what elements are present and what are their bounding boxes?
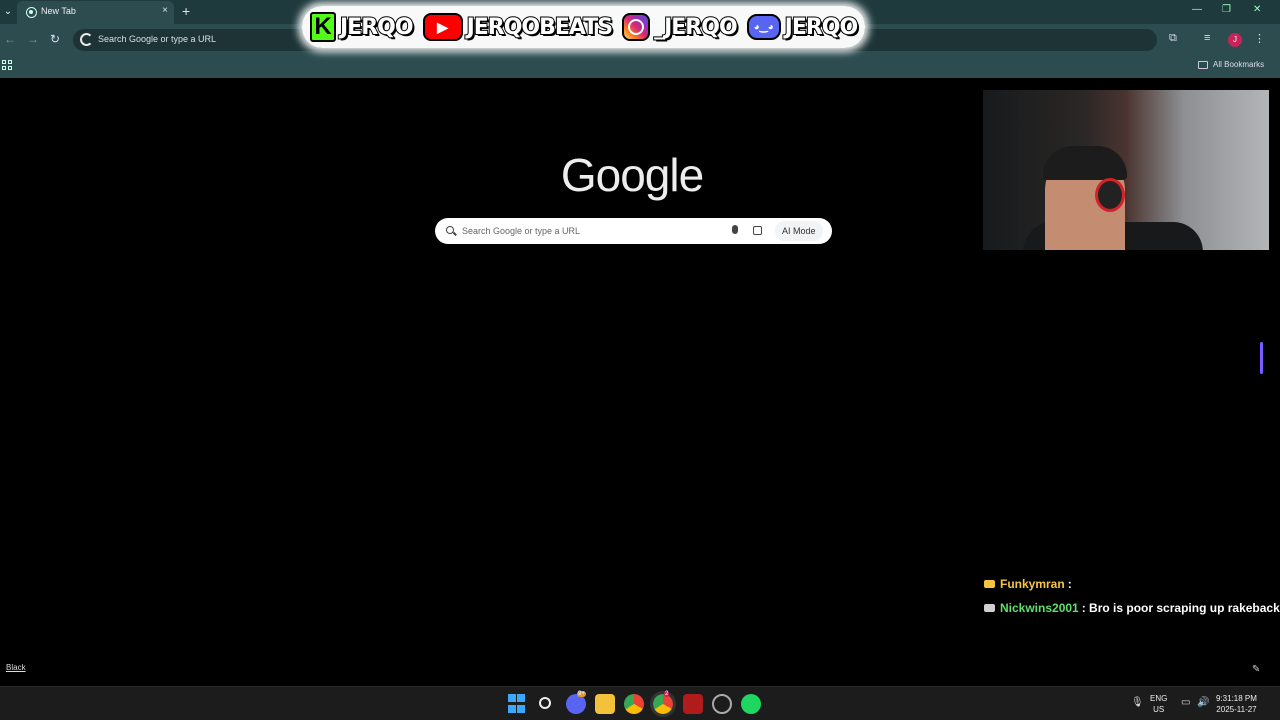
volume-icon[interactable]: 🔊 bbox=[1197, 697, 1209, 708]
windows-start-icon[interactable] bbox=[508, 694, 528, 714]
clock-time: 9:31:18 PM bbox=[1216, 694, 1257, 703]
all-bookmarks-button[interactable]: All Bookmarks bbox=[1213, 60, 1264, 69]
spotify-icon[interactable] bbox=[741, 694, 761, 714]
webcam-overlay bbox=[983, 90, 1269, 250]
kick-username: JERQO bbox=[339, 14, 415, 41]
chat-text: : Bro is poor scraping up rakeback bbox=[1081, 601, 1280, 615]
folder-icon bbox=[1198, 61, 1208, 69]
system-clock[interactable]: 9:31:18 PM 2025-11-27 bbox=[1216, 693, 1257, 715]
discord-handle: ◕‿◕ JERQO bbox=[746, 14, 860, 41]
windows-taskbar: 9+ 2 🎙 ENG US ▭ 🔊 9:31:18 PM 2025-11-27 bbox=[0, 686, 1280, 720]
search-placeholder: Search Google or type a URL bbox=[462, 226, 581, 236]
bookmarks-bar bbox=[0, 56, 1280, 78]
chat-username: Nickwins2001 bbox=[1000, 601, 1079, 615]
discord-badge: 9+ bbox=[577, 691, 586, 697]
tab-title: New Tab bbox=[41, 6, 76, 16]
chat-text: : bbox=[1067, 577, 1072, 591]
media-control-icon[interactable]: ≡ bbox=[1204, 32, 1210, 44]
extensions-icon[interactable]: ⧉ bbox=[1169, 32, 1177, 45]
language-indicator[interactable]: ENG US bbox=[1150, 693, 1167, 715]
instagram-icon bbox=[622, 13, 651, 41]
chrome-profile-icon[interactable] bbox=[650, 691, 676, 717]
microphone-icon[interactable] bbox=[732, 225, 738, 234]
theme-link[interactable]: Black bbox=[6, 663, 26, 672]
search-icon[interactable] bbox=[539, 697, 551, 709]
back-icon[interactable]: ← bbox=[4, 32, 16, 46]
ai-mode-button[interactable]: AI Mode bbox=[775, 221, 823, 241]
chat-badge-icon bbox=[984, 580, 995, 588]
minimize-icon[interactable]: — bbox=[1192, 4, 1202, 15]
obs-icon[interactable] bbox=[712, 694, 732, 714]
google-g-icon bbox=[80, 33, 93, 46]
clock-date: 2025-11-27 bbox=[1216, 705, 1257, 714]
chat-username: Funkymran bbox=[1000, 577, 1065, 591]
youtube-username: JERQOBEATS bbox=[466, 14, 615, 41]
microphone-tray-icon[interactable]: 🎙 bbox=[1131, 697, 1144, 708]
chat-overlay: Funkymran : Nickwins2001 : Bro is poor s… bbox=[984, 572, 1280, 620]
scroll-indicator[interactable] bbox=[1260, 342, 1263, 374]
social-banner-overlay: K JERQO ▶ JERQOBEATS _JERQO ◕‿◕ JERQO bbox=[302, 6, 866, 48]
region-code: US bbox=[1153, 705, 1165, 714]
kick-icon: K bbox=[310, 12, 336, 42]
new-tab-page: Google Search Google or type a URL AI Mo… bbox=[0, 78, 1280, 686]
edit-pencil-icon[interactable]: ✎ bbox=[1252, 664, 1260, 675]
youtube-handle: ▶ JERQOBEATS bbox=[422, 13, 615, 41]
instagram-username: _JERQO bbox=[653, 14, 739, 41]
discord-icon: ◕‿◕ bbox=[746, 14, 781, 40]
youtube-icon: ▶ bbox=[422, 13, 463, 41]
network-icon[interactable]: ▭ bbox=[1181, 697, 1190, 708]
menu-icon[interactable]: ⋮ bbox=[1254, 32, 1265, 45]
tab-close-icon[interactable]: × bbox=[162, 5, 168, 16]
new-tab-button[interactable]: + bbox=[182, 3, 190, 19]
chat-message: Nickwins2001 : Bro is poor scraping up r… bbox=[984, 596, 1280, 620]
search-icon bbox=[446, 226, 454, 234]
search-input[interactable]: Search Google or type a URL AI Mode bbox=[435, 218, 832, 244]
headset-icon bbox=[1095, 178, 1125, 212]
file-explorer-icon[interactable] bbox=[595, 694, 615, 714]
chat-badge-icon bbox=[984, 604, 995, 612]
chrome-favicon-icon bbox=[26, 7, 37, 18]
webcam-cap bbox=[1043, 146, 1127, 180]
kick-handle: K JERQO bbox=[310, 12, 415, 42]
discord-username: JERQO bbox=[784, 14, 860, 41]
instagram-handle: _JERQO bbox=[622, 13, 739, 41]
profile-avatar[interactable]: J bbox=[1228, 33, 1242, 47]
chrome-icon[interactable] bbox=[624, 694, 644, 714]
chat-message: Funkymran : bbox=[984, 572, 1280, 596]
address-bar-placeholder: Search Google or type a URL bbox=[98, 34, 217, 44]
voicemeeter-icon[interactable] bbox=[683, 694, 703, 714]
restore-icon[interactable]: ❐ bbox=[1222, 4, 1231, 15]
google-logo: Google bbox=[560, 149, 704, 201]
tab-search-icon[interactable]: ⌄ bbox=[0, 2, 16, 22]
close-window-icon[interactable]: ✕ bbox=[1253, 4, 1261, 15]
reload-icon[interactable]: ↻ bbox=[50, 32, 60, 46]
discord-app-icon[interactable] bbox=[566, 694, 586, 714]
google-lens-icon[interactable] bbox=[753, 226, 762, 235]
language-code: ENG bbox=[1150, 694, 1168, 703]
apps-grid-icon[interactable] bbox=[2, 60, 12, 70]
tab-new-tab[interactable]: New Tab × bbox=[17, 1, 174, 24]
forward-icon[interactable]: → bbox=[27, 32, 39, 46]
